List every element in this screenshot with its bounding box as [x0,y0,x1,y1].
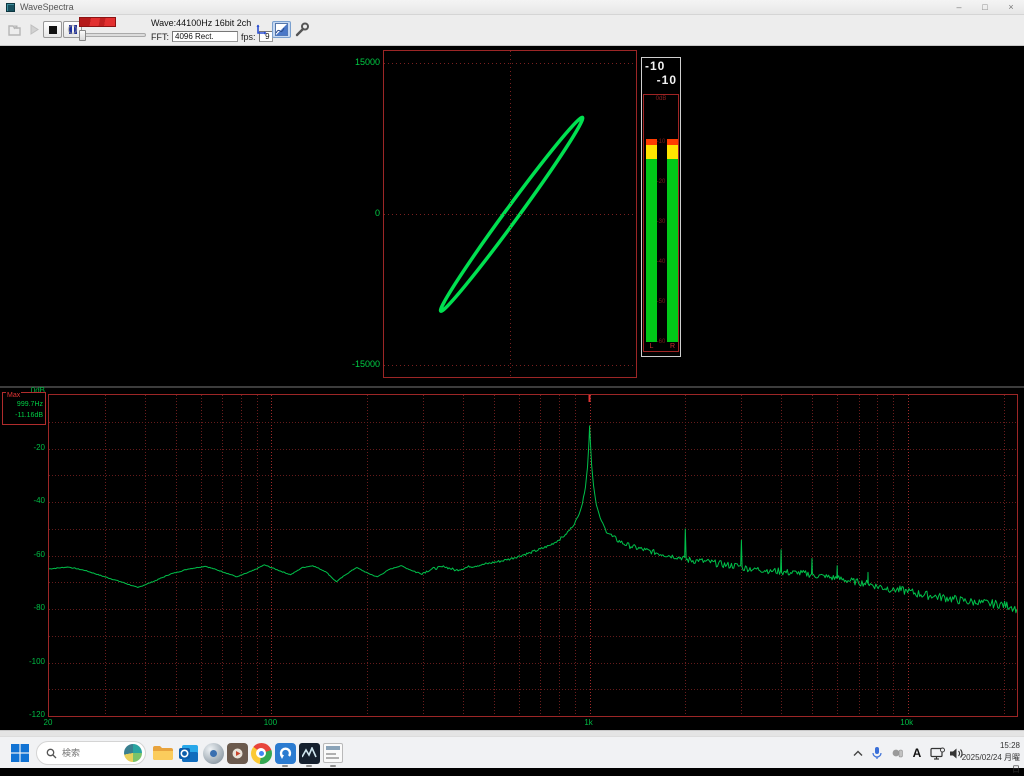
lissajous-axis-label: -15000 [338,359,380,369]
record-icon [67,24,78,35]
monitor-icon [930,747,945,760]
meter-bar-left [646,95,657,351]
lissajous-display [383,50,637,378]
maximize-button[interactable]: □ [972,0,998,14]
app-icon [6,3,15,12]
running-indicator [306,765,312,767]
play-icon [29,24,40,35]
titlebar: WaveSpectra – □ × [0,0,1024,15]
taskbar-app-recorder[interactable] [273,741,297,765]
recorder-icon [275,743,296,764]
wrench-icon [294,22,310,37]
tray-microphone-button[interactable] [869,745,885,761]
channel-label-left: L [646,343,657,350]
spectrum-y-tick: -80 [18,603,45,612]
meter-bar-right [667,95,678,351]
windows-logo-icon [11,744,29,762]
peak-value-right: -10 [657,73,677,87]
display-mode-toggle[interactable] [272,21,291,38]
spectrum-panel: 0dB Max 999.7Hz -11.16dB -20-40-60-80-10… [0,388,1024,730]
spectrum-plot [48,394,1018,717]
tray-ime-mode[interactable]: A [909,745,925,761]
axis-scale-icon [254,23,268,37]
editor-icon [323,743,343,763]
max-title: Max [6,392,21,399]
taskbar-app-editor[interactable] [321,741,345,765]
tray-chevron-button[interactable] [850,745,866,761]
taskbar-app-chrome[interactable] [249,741,273,765]
wavespectra-icon [299,743,320,764]
taskbar-app-explorer[interactable] [151,741,175,765]
chrome-icon [251,743,272,764]
microphone-icon [871,746,883,760]
audio-tool-icon [203,743,224,764]
stop-icon [49,26,57,34]
level-meter-panel: -10 -10 0dB -10-20-30-40-50-60 L R [641,57,681,357]
settings-button[interactable] [292,21,312,38]
tray-clock[interactable]: 15:28 2025/02/24 月曜日 [960,740,1020,776]
taskbar-search[interactable] [36,741,146,765]
spectrum-x-tick: 10k [894,718,920,727]
play-button[interactable] [27,21,41,38]
lissajous-axis-label: 0 [338,208,380,218]
position-slider[interactable] [79,33,146,37]
open-file-button[interactable] [5,21,23,38]
fft-setting-field[interactable]: 4096 Rect. [172,31,238,42]
display-mode-icon [275,23,288,36]
lissajous-gridline [510,51,511,377]
toolbar: Wave:44100Hz 16bit 2ch FFT: 4096 Rect. f… [0,15,1024,46]
meter-scale-box: 0dB -10-20-30-40-50-60 L R [643,94,679,352]
running-indicator [330,765,336,767]
spectrum-x-tick: 100 [257,718,283,727]
start-button[interactable] [8,741,32,765]
peak-value-left: -10 [645,59,665,73]
media-player-icon [227,743,248,764]
tray-display-button[interactable] [929,745,945,761]
spectrum-y-tick: -100 [18,657,45,666]
window-title: WaveSpectra [20,2,74,12]
close-button[interactable]: × [998,0,1024,14]
clock-time: 15:28 [960,740,1020,752]
meter-segment-green [646,159,657,342]
file-explorer-icon [152,744,174,762]
max-frequency-value: 999.7Hz [3,401,43,408]
taskbar: A 15:28 2025/02/24 月曜日 [0,736,1024,768]
spectrum-x-tick: 1k [576,718,602,727]
axis-scale-button[interactable] [252,21,270,38]
stop-button[interactable] [43,21,62,38]
over-indicator [79,17,116,27]
spectrum-trace [49,395,1017,716]
scope-panel: 15000 0 -15000 -10 -10 0dB -10-20-30-40-50… [0,46,1024,386]
taskbar-app-audio-tool[interactable] [201,741,225,765]
open-file-icon [7,23,22,37]
wave-format-label: Wave:44100Hz 16bit 2ch [151,18,251,28]
search-highlight-image[interactable] [124,744,142,762]
chevron-up-icon [853,750,863,757]
spectrum-y-tick: -40 [18,496,45,505]
meter-segment-yellow [667,145,678,159]
search-icon [46,748,57,759]
taskbar-app-media-player[interactable] [225,741,249,765]
spectrum-y-tick: -20 [18,443,45,452]
taskbar-app-wavespectra[interactable] [297,741,321,765]
search-input[interactable] [62,748,124,758]
taskbar-app-outlook[interactable] [176,741,200,765]
meter-segment-yellow [646,145,657,159]
fft-label: FFT: [151,32,169,42]
clock-date: 2025/02/24 月曜日 [960,752,1020,776]
spectrum-y-tick: -60 [18,550,45,559]
outlook-icon [178,743,199,764]
spectrum-x-tick: 20 [35,718,61,727]
meter-segment-green [667,159,678,342]
position-slider-thumb[interactable] [79,30,86,41]
tray-device-button[interactable] [889,745,905,761]
max-readout-box: Max 999.7Hz -11.16dB [2,392,46,425]
lissajous-axis-label: 15000 [338,57,380,67]
audio-device-icon [891,747,904,760]
running-indicator [282,765,288,767]
max-level-value: -11.16dB [3,412,43,419]
minimize-button[interactable]: – [946,0,972,14]
channel-label-right: R [667,343,678,350]
